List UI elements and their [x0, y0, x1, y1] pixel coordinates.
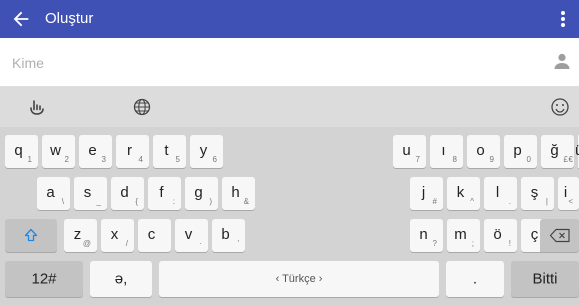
period-key[interactable]: .	[446, 261, 504, 297]
key-a[interactable]: a \	[37, 177, 70, 210]
key-v[interactable]: v ·	[175, 219, 208, 252]
key-x[interactable]: x /	[101, 219, 134, 252]
key-b[interactable]: b '	[212, 219, 245, 252]
shift-icon	[24, 228, 38, 242]
key-i[interactable]: i <	[558, 177, 579, 210]
key-k[interactable]: k ^	[447, 177, 480, 210]
key-o[interactable]: o9	[467, 135, 500, 168]
emoji-icon[interactable]	[550, 97, 570, 117]
backspace-icon	[549, 228, 570, 243]
key-o-umlaut[interactable]: ö!	[484, 219, 517, 252]
recipient-row	[0, 38, 579, 87]
recipient-input[interactable]	[10, 50, 534, 76]
space-bar[interactable]: ‹ Türkçe ›	[159, 261, 439, 297]
key-w[interactable]: w2	[42, 135, 75, 168]
keyboard-toolbar	[0, 87, 579, 127]
key-d[interactable]: d{	[111, 177, 144, 210]
key-j[interactable]: j #	[410, 177, 443, 210]
page-title: Oluştur	[45, 10, 94, 27]
key-e[interactable]: e3	[79, 135, 112, 168]
key-dotless-i[interactable]: ı8	[430, 135, 463, 168]
key-r[interactable]: r4	[116, 135, 149, 168]
shift-key[interactable]	[5, 219, 57, 252]
key-u[interactable]: u7	[393, 135, 426, 168]
key-y[interactable]: y6	[190, 135, 223, 168]
gesture-icon[interactable]	[27, 97, 47, 117]
key-f[interactable]: f:	[148, 177, 181, 210]
key-c[interactable]: c	[138, 219, 171, 252]
app-bar: Oluştur	[0, 0, 579, 38]
numbers-symbols-key[interactable]: 12#	[5, 261, 83, 297]
key-g[interactable]: g)	[185, 177, 218, 210]
done-key[interactable]: Bitti	[511, 261, 579, 297]
key-n[interactable]: n?	[410, 219, 443, 252]
more-options-icon[interactable]	[560, 9, 566, 29]
key-s-cedilla[interactable]: ş |	[521, 177, 554, 210]
key-h[interactable]: h &	[222, 177, 255, 210]
key-s[interactable]: s _	[74, 177, 107, 210]
backspace-key[interactable]	[540, 219, 579, 252]
key-m[interactable]: m;	[447, 219, 480, 252]
key-t[interactable]: t5	[153, 135, 186, 168]
keyboard: q1 w2 e3 r4 t5 y6 u7 ı8 o9 p0 ğ£ ü€ a\ s…	[0, 87, 579, 305]
key-z[interactable]: z @	[64, 219, 97, 252]
key-l[interactable]: l.	[484, 177, 517, 210]
key-p[interactable]: p0	[504, 135, 537, 168]
back-arrow-icon[interactable]	[10, 8, 32, 30]
comma-key[interactable]: ə,	[90, 261, 152, 297]
contact-picker-icon[interactable]	[553, 52, 571, 70]
globe-icon[interactable]	[132, 97, 152, 117]
key-q[interactable]: q1	[5, 135, 38, 168]
